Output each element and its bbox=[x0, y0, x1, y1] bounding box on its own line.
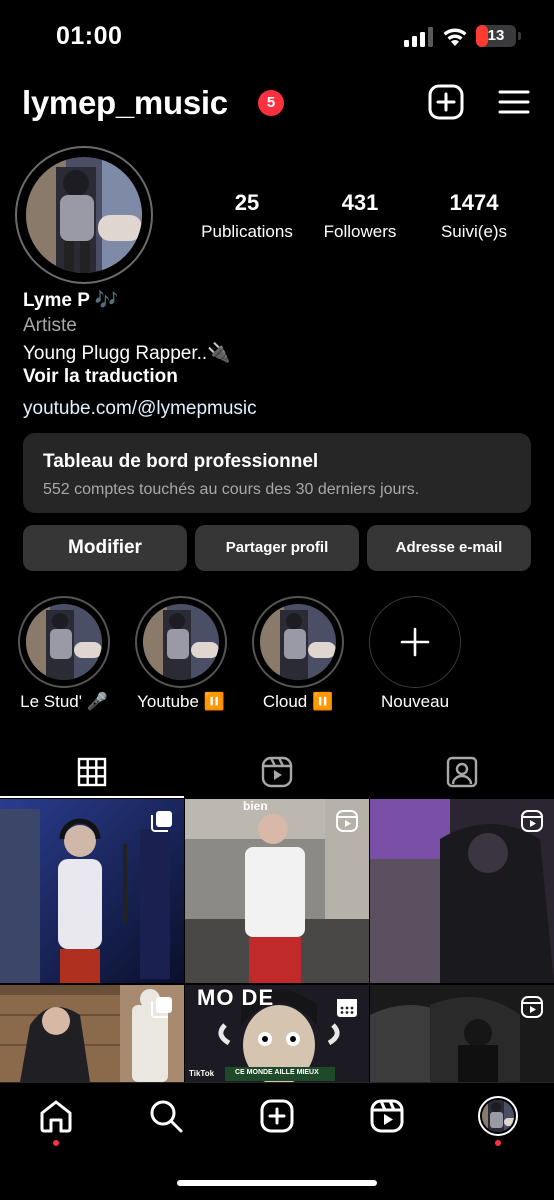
battery-cap bbox=[518, 32, 521, 40]
post-overlay-caption: CE MONDE AILLE MIEUX bbox=[235, 1069, 319, 1076]
post-thumbnail[interactable]: bien bbox=[185, 799, 369, 983]
battery-level-text: 13 bbox=[487, 27, 505, 44]
highlight-ring bbox=[18, 596, 110, 688]
highlight-le-stud[interactable]: Le Stud' 🎤 bbox=[18, 596, 110, 711]
highlight-label: Nouveau bbox=[380, 692, 450, 711]
plus-icon bbox=[400, 627, 430, 657]
create-icon bbox=[260, 1099, 294, 1133]
profile-avatar[interactable] bbox=[26, 157, 142, 273]
nav-search[interactable] bbox=[146, 1096, 186, 1136]
profile-username[interactable]: lymep_music bbox=[22, 84, 228, 122]
highlight-ring bbox=[369, 596, 461, 688]
highlight-cover bbox=[143, 604, 219, 680]
nav-home-notification-dot bbox=[53, 1140, 59, 1146]
stat-followers-count: 431 bbox=[341, 190, 379, 215]
calendar-icon bbox=[337, 999, 357, 1017]
post-thumbnail[interactable] bbox=[370, 799, 554, 983]
email-button[interactable]: Adresse e-mail bbox=[367, 525, 531, 571]
battery-indicator: 13 bbox=[476, 25, 516, 47]
status-time: 01:00 bbox=[56, 22, 123, 50]
post-thumbnail[interactable] bbox=[0, 985, 184, 1082]
nav-home[interactable] bbox=[36, 1096, 76, 1136]
active-tab-indicator bbox=[0, 796, 184, 798]
post-caption-text: bien bbox=[243, 799, 268, 813]
stat-following[interactable]: 1474 Suivi(e)s bbox=[428, 190, 520, 242]
reels-icon bbox=[336, 810, 358, 832]
tiktok-watermark: TikTok bbox=[189, 1069, 215, 1078]
stat-followers[interactable]: 431 Followers bbox=[310, 190, 410, 242]
highlight-youtube[interactable]: Youtube ⏸️ bbox=[135, 596, 227, 711]
new-highlight-button[interactable]: Nouveau bbox=[369, 596, 461, 711]
profile-avatar bbox=[478, 1096, 518, 1136]
stat-following-label: Suivi(e)s bbox=[440, 222, 508, 241]
avatar-photo bbox=[26, 157, 142, 273]
tagged-icon bbox=[446, 756, 478, 788]
tab-reels[interactable] bbox=[185, 746, 369, 798]
share-profile-button[interactable]: Partager profil bbox=[195, 525, 359, 571]
professional-dashboard[interactable]: Tableau de bord professionnel 552 compte… bbox=[23, 433, 531, 513]
carousel-icon bbox=[151, 811, 172, 832]
highlight-cloud[interactable]: Cloud ⏸️ bbox=[252, 596, 344, 711]
profile-bio: Young Plugg Rapper..🔌 bbox=[23, 343, 231, 364]
highlight-ring bbox=[135, 596, 227, 688]
post-thumbnail[interactable]: MO DE CE MONDE AILLE MIEUX TikTok bbox=[185, 985, 369, 1082]
carousel-icon bbox=[151, 997, 172, 1018]
home-indicator bbox=[177, 1180, 377, 1186]
profile-link[interactable]: youtube.com/@lymepmusic bbox=[23, 398, 257, 420]
dashboard-subtitle: 552 comptes touchés au cours des 30 dern… bbox=[43, 481, 420, 498]
stat-publications[interactable]: 25 Publications bbox=[196, 190, 298, 242]
stat-publications-count: 25 bbox=[234, 190, 260, 215]
post-overlay-title: MO DE bbox=[197, 985, 275, 1010]
tab-posts-grid[interactable] bbox=[0, 746, 184, 798]
profile-display-name: Lyme P 🎶 bbox=[23, 290, 119, 311]
post-thumbnail[interactable] bbox=[370, 985, 554, 1082]
grid-icon bbox=[77, 757, 107, 787]
dashboard-title: Tableau de bord professionnel bbox=[43, 451, 319, 472]
home-icon bbox=[40, 1100, 72, 1133]
highlight-ring bbox=[252, 596, 344, 688]
reels-icon bbox=[521, 810, 543, 832]
status-bar: 01:00 13 bbox=[0, 0, 554, 72]
signal-icon bbox=[404, 27, 433, 47]
see-translation-link[interactable]: Voir la traduction bbox=[23, 366, 178, 388]
highlight-cover bbox=[260, 604, 336, 680]
profile-category: Artiste bbox=[23, 315, 77, 336]
post-thumbnail[interactable] bbox=[0, 799, 184, 983]
stat-followers-label: Followers bbox=[323, 222, 397, 241]
hamburger-menu-icon[interactable] bbox=[498, 88, 530, 116]
edit-profile-button[interactable]: Modifier bbox=[23, 525, 187, 571]
nav-profile[interactable] bbox=[478, 1096, 518, 1136]
reels-icon bbox=[261, 756, 293, 788]
wifi-icon bbox=[443, 28, 467, 46]
nav-profile-notification-dot bbox=[495, 1140, 501, 1146]
stat-publications-label: Publications bbox=[201, 222, 293, 241]
notification-badge[interactable]: 5 bbox=[258, 90, 284, 116]
tab-tagged[interactable] bbox=[370, 746, 554, 798]
nav-reels[interactable] bbox=[367, 1096, 407, 1136]
stat-following-count: 1474 bbox=[449, 190, 499, 215]
plus-square-icon[interactable] bbox=[428, 84, 464, 120]
nav-create[interactable] bbox=[257, 1096, 297, 1136]
reels-icon bbox=[521, 996, 543, 1018]
highlight-cover bbox=[26, 604, 102, 680]
search-icon bbox=[150, 1100, 183, 1133]
reels-icon bbox=[370, 1099, 404, 1133]
